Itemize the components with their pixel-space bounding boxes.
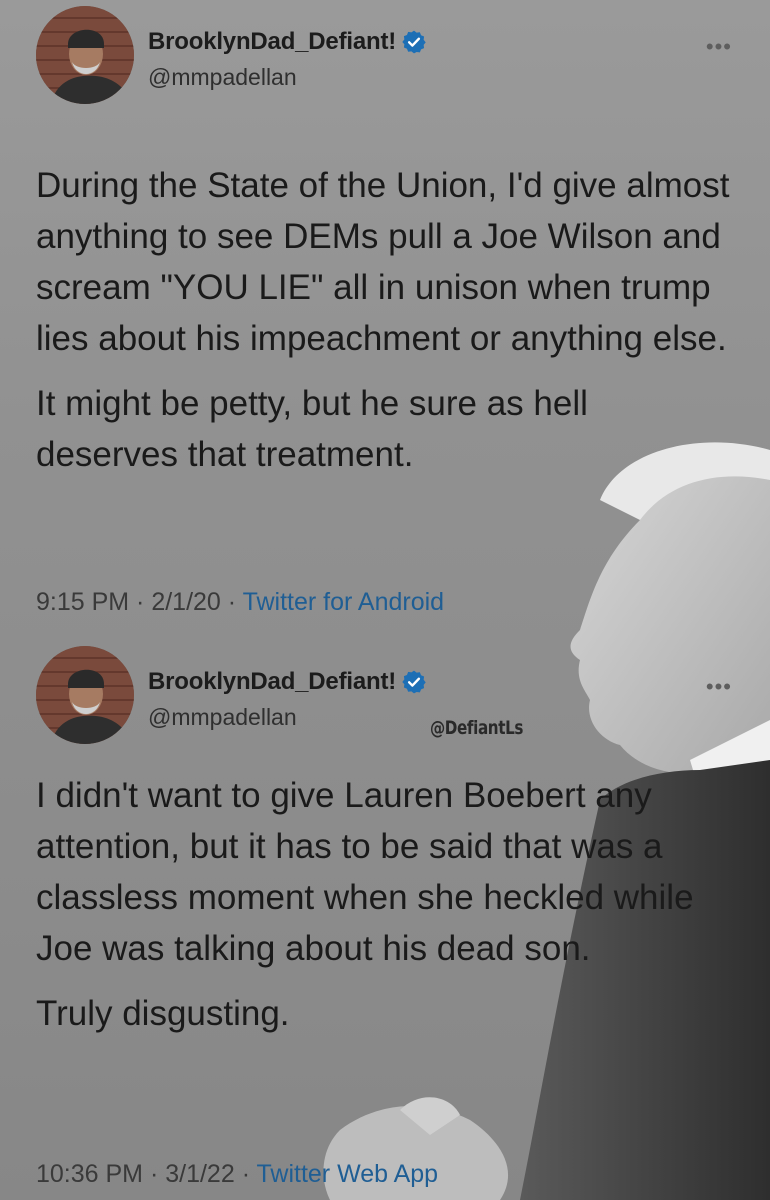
tweet-time[interactable]: 10:36 PM [36, 1160, 143, 1188]
tweet-text: During the State of the Union, I'd give … [36, 160, 730, 494]
meta-separator: · [220, 588, 243, 616]
display-name[interactable]: BrooklynDad_Defiant! [148, 668, 396, 696]
tweet-meta: 10:36 PM · 3/1/22 · Twitter Web App [36, 1160, 438, 1189]
tweet-paragraph: Truly disgusting. [36, 994, 290, 1033]
watermark-text: @DefiantLs [430, 717, 524, 739]
tweet-paragraph: I didn't want to give Lauren Boebert any… [36, 776, 694, 968]
more-options-icon[interactable]: ••• [706, 34, 732, 60]
tweet-source-link[interactable]: Twitter Web App [257, 1160, 439, 1188]
meta-separator: · [129, 588, 152, 616]
tweet-source-link[interactable]: Twitter for Android [243, 588, 444, 616]
tweet-date[interactable]: 2/1/20 [151, 588, 221, 616]
tweet-time[interactable]: 9:15 PM [36, 588, 129, 616]
verified-badge-icon [402, 670, 426, 694]
name-row: BrooklynDad_Defiant! [148, 668, 427, 696]
handle[interactable]: @mmpadellan [148, 64, 297, 91]
meta-separator: · [234, 1160, 257, 1188]
avatar[interactable] [36, 6, 134, 104]
verified-badge-icon [402, 30, 426, 54]
avatar[interactable] [36, 646, 134, 744]
meta-separator: · [143, 1160, 166, 1188]
screenshot-page: BrooklynDad_Defiant! @mmpadellan ••• Dur… [0, 0, 770, 1200]
handle[interactable]: @mmpadellan [148, 704, 297, 731]
display-name[interactable]: BrooklynDad_Defiant! [148, 28, 396, 56]
tweet-date[interactable]: 3/1/22 [165, 1160, 235, 1188]
tweet-meta: 9:15 PM · 2/1/20 · Twitter for Android [36, 588, 444, 617]
tweet-text: I didn't want to give Lauren Boebert any… [36, 770, 730, 1053]
name-row: BrooklynDad_Defiant! [148, 28, 427, 56]
more-options-icon[interactable]: ••• [706, 674, 732, 700]
tweet-paragraph: During the State of the Union, I'd give … [36, 166, 730, 358]
tweet-paragraph: It might be petty, but he sure as hell d… [36, 384, 588, 474]
